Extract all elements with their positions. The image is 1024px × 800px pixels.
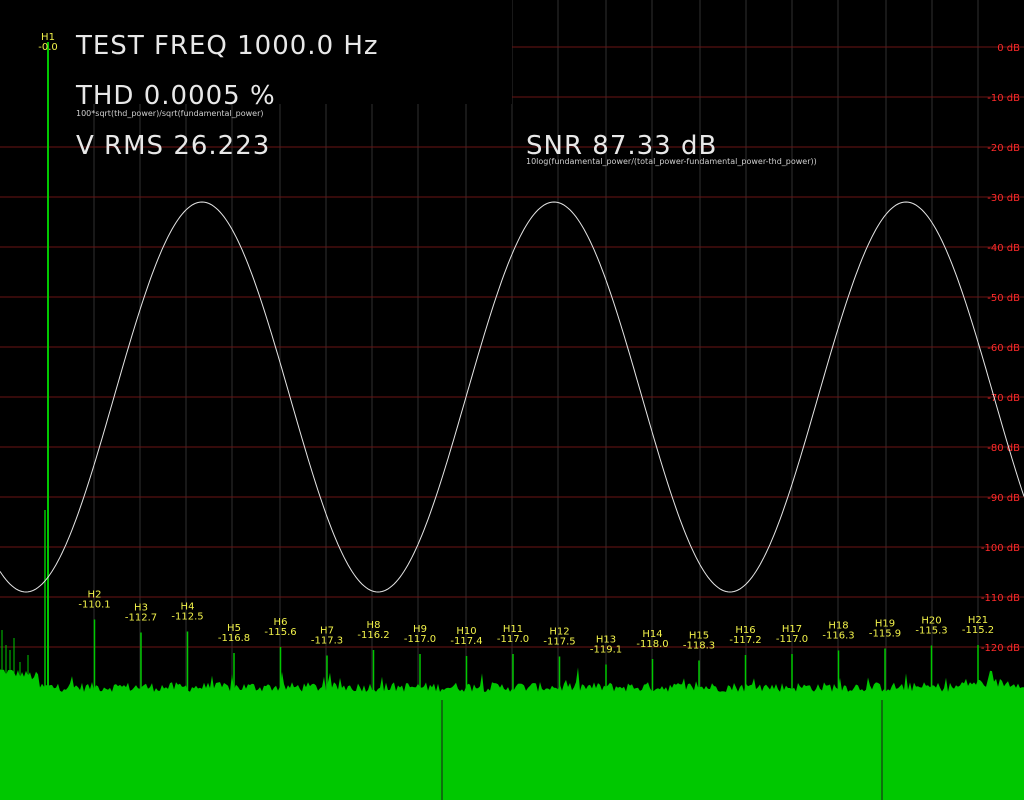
harmonic-value: -117.0 — [404, 634, 436, 645]
harmonic-value: -117.5 — [543, 637, 575, 648]
snr-readout: SNR 87.33 dB — [526, 131, 718, 161]
harmonic-value: -112.7 — [125, 613, 157, 624]
db-axis-label: 0 dB — [997, 43, 1020, 54]
harmonic-value: -117.2 — [729, 635, 761, 646]
thd-formula: 100*sqrt(thd_power)/sqrt(fundamental_pow… — [76, 109, 264, 118]
harmonic-value: -119.1 — [590, 645, 622, 656]
harmonic-value: -115.2 — [962, 625, 994, 636]
harmonic-value: -110.1 — [78, 600, 110, 611]
db-axis-label: -30 dB — [987, 193, 1020, 204]
harmonic-value: -116.2 — [357, 630, 389, 641]
harmonic-value: -115.6 — [264, 627, 296, 638]
harmonic-value: -118.0 — [636, 639, 668, 650]
harmonic-value: -115.3 — [915, 626, 947, 637]
harmonic-value: -117.0 — [497, 634, 529, 645]
harmonic-value: -112.5 — [171, 612, 203, 623]
db-axis-label: -20 dB — [987, 143, 1020, 154]
db-axis-label: -50 dB — [987, 293, 1020, 304]
db-axis-label: -90 dB — [987, 493, 1020, 504]
test-frequency-readout: TEST FREQ 1000.0 Hz — [76, 31, 379, 61]
vrms-readout: V RMS 26.223 — [76, 131, 271, 161]
db-axis-label: -70 dB — [987, 393, 1020, 404]
harmonic-value: -117.0 — [776, 634, 808, 645]
harmonic-value: -0.0 — [38, 42, 58, 53]
harmonic-value: -116.3 — [822, 631, 854, 642]
harmonic-value: -116.8 — [218, 633, 250, 644]
harmonic-value: -118.3 — [683, 641, 715, 652]
harmonic-value: -117.4 — [450, 636, 482, 647]
db-axis-label: -120 dB — [981, 643, 1020, 654]
db-axis-label: -10 dB — [987, 93, 1020, 104]
db-axis-label: -80 dB — [987, 443, 1020, 454]
db-axis-label: -40 dB — [987, 243, 1020, 254]
snr-formula: 10log(fundamental_power/(total_power-fun… — [526, 157, 817, 166]
harmonic-value: -117.3 — [311, 636, 343, 647]
db-axis-label: -110 dB — [981, 593, 1020, 604]
thd-readout: THD 0.0005 % — [76, 81, 276, 111]
db-axis-label: -100 dB — [981, 543, 1020, 554]
spectrum-chart: 0 dB -10 dB -20 dB -30 dB -40 dB -50 dB -60 dB… — [0, 0, 1024, 800]
harmonic-value: -115.9 — [869, 629, 901, 640]
db-axis-label: -60 dB — [987, 343, 1020, 354]
